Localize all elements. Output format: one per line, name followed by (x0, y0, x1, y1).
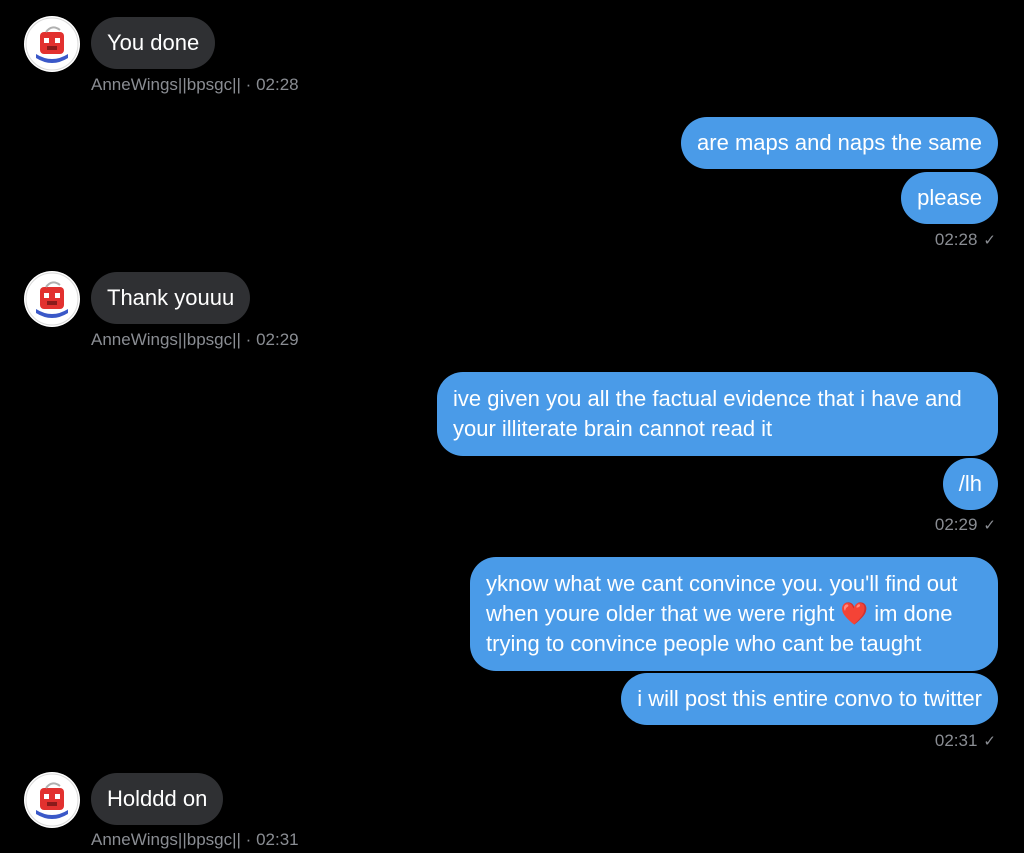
avatar-icon[interactable] (24, 772, 80, 828)
message-meta: 02:29 ✓ (935, 515, 996, 535)
message-text: You done (107, 30, 200, 55)
message-bubble-outgoing[interactable]: yknow what we cant convince you. you'll … (470, 557, 998, 671)
message-meta: AnneWings||bpsgc|| · 02:29 (91, 330, 299, 349)
message-text: please (917, 185, 982, 210)
message-bubble-outgoing[interactable]: please (901, 172, 998, 224)
message-bubble-outgoing[interactable]: /lh (942, 458, 998, 510)
message-text-line: trying to convince people who cant be ta… (486, 631, 922, 656)
avatar-icon[interactable] (24, 16, 80, 72)
avatar-icon[interactable] (24, 271, 80, 327)
message-text-segment: im done (874, 601, 953, 626)
message-text-line: your illiterate brain cannot read it (453, 416, 773, 441)
message-bubble-outgoing[interactable]: are maps and naps the same (681, 117, 998, 169)
message-meta: 02:28 ✓ (935, 230, 996, 250)
message-meta: 02:31 ✓ (935, 731, 996, 751)
timestamp: 02:29 (934, 515, 978, 534)
chat-thread[interactable]: You done AnneWings||bpsgc|| · 02:28 are … (0, 0, 1024, 853)
message-text: Holddd on (107, 786, 208, 811)
message-bubble-incoming[interactable]: Holddd on (91, 773, 224, 825)
checkmark-icon: ✓ (983, 517, 996, 534)
message-text-line: ive given you all the factual evidence t… (453, 386, 962, 411)
message-bubble-incoming[interactable]: You done (91, 17, 216, 69)
message-text-line: yknow what we cant convince you. you'll … (486, 571, 958, 596)
timestamp: 02:28 (934, 230, 978, 249)
message-text: are maps and naps the same (697, 130, 982, 155)
message-text-line: when youre older that we were right ❤️ i… (486, 599, 978, 629)
message-meta: AnneWings||bpsgc|| · 02:31 (91, 830, 299, 849)
message-text-segment: when youre older that we were right (486, 601, 835, 626)
message-text: /lh (958, 471, 982, 496)
message-text: Thank youuu (107, 285, 235, 310)
message-meta: AnneWings||bpsgc|| · 02:28 (91, 75, 299, 94)
heart-icon: ❤️ (840, 601, 869, 626)
message-bubble-incoming[interactable]: Thank youuu (91, 272, 251, 324)
timestamp: 02:31 (934, 731, 978, 750)
message-bubble-outgoing[interactable]: ive given you all the factual evidence t… (437, 372, 998, 456)
checkmark-icon: ✓ (983, 232, 996, 249)
checkmark-icon: ✓ (983, 733, 996, 750)
message-bubble-outgoing[interactable]: i will post this entire convo to twitter (621, 673, 998, 725)
message-text: i will post this entire convo to twitter (637, 686, 982, 711)
